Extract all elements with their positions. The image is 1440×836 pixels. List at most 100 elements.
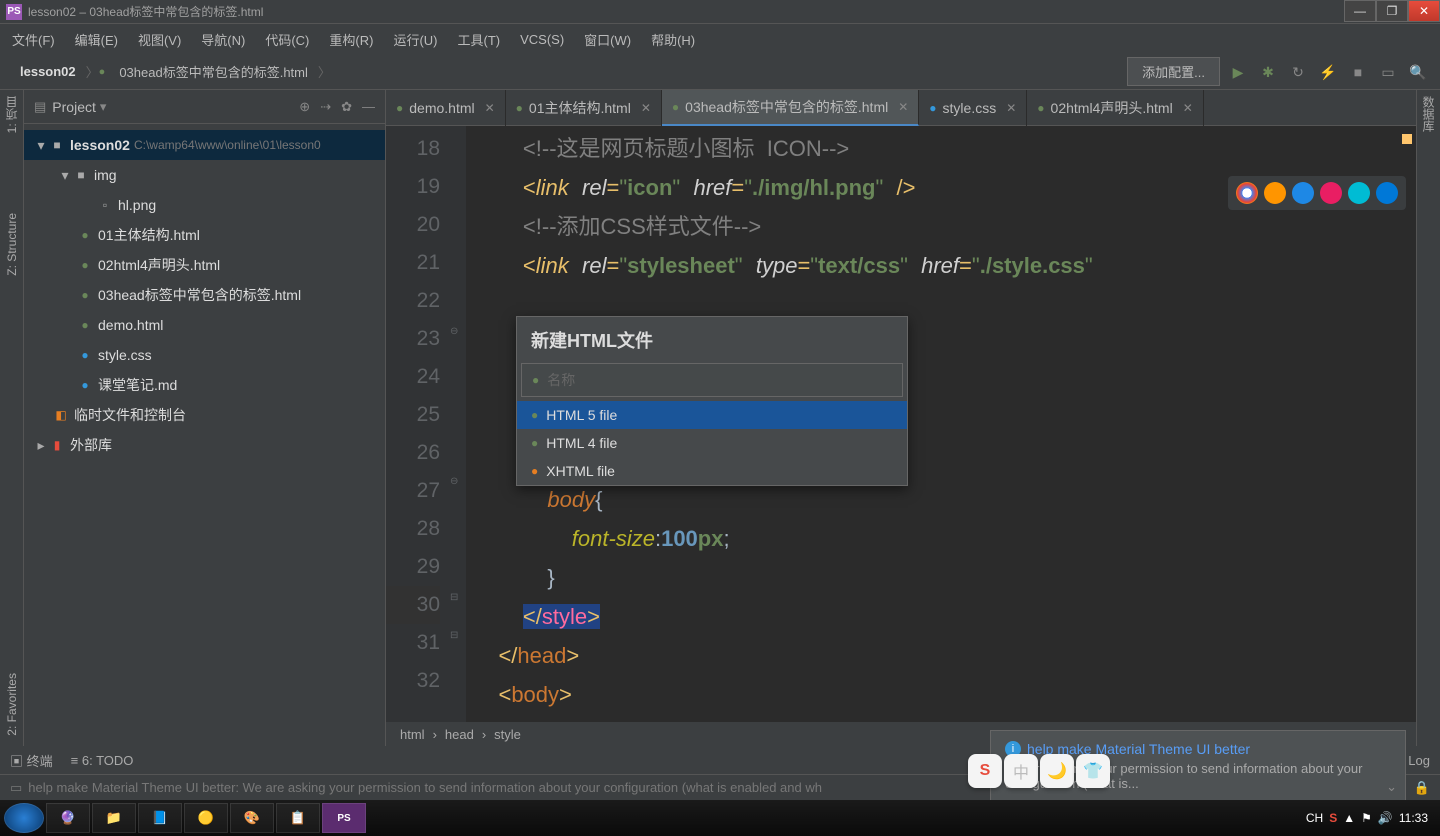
input-placeholder: 名称 [547,370,575,390]
terminal-tab[interactable]: ▣ 终端 [10,751,53,770]
layout-icon[interactable]: ▭ [1376,60,1400,84]
close-icon[interactable]: ✕ [1183,101,1193,115]
tray-sogou-icon[interactable]: S [1329,811,1337,825]
tree-file[interactable]: ●02html4声明头.html [24,250,385,280]
edge-icon[interactable] [1376,182,1398,204]
taskbar-app[interactable]: 🟡 [184,803,228,833]
tray-volume-icon[interactable]: 🔊 [1378,811,1393,825]
stop-icon[interactable]: ■ [1346,60,1370,84]
editor-tab-active[interactable]: ●03head标签中常包含的标签.html✕ [662,90,919,126]
locate-icon[interactable]: ⊕ [299,99,310,115]
menu-window[interactable]: 窗口(W) [578,28,637,51]
debug-icon[interactable]: ✱ [1256,60,1280,84]
tree-folder-img[interactable]: ▾■ img [24,160,385,190]
editor-tab[interactable]: ●01主体结构.html✕ [506,90,662,126]
maximize-button[interactable]: ❐ [1376,0,1408,22]
system-tray: CH S ▲ ⚑ 🔊 11:33 [1298,811,1436,825]
crumb-style[interactable]: style [494,727,521,742]
ie-icon[interactable] [1348,182,1370,204]
profiler-icon[interactable]: ⚡ [1316,60,1340,84]
editor-tab[interactable]: ●style.css✕ [919,90,1027,126]
close-icon[interactable]: ✕ [485,101,495,115]
tray-flag-icon[interactable]: ⚑ [1361,811,1372,825]
editor-tab[interactable]: ●demo.html✕ [386,90,506,126]
safari-icon[interactable] [1292,182,1314,204]
close-icon[interactable]: ✕ [898,100,908,114]
project-panel-header: ▤ Project ▾ ⊕ ⇢ ✿ — [24,90,385,124]
expand-icon[interactable]: ⇢ [320,99,331,115]
start-button[interactable] [4,803,44,833]
popup-name-input[interactable]: ● 名称 [521,363,903,397]
tree-file[interactable]: ●demo.html [24,310,385,340]
chrome-icon[interactable] [1236,182,1258,204]
file-icon: ● [99,66,106,78]
chevron-down-icon[interactable]: ▾ [100,99,107,115]
left-tool-rail: 1: 项目 Z: Structure 2: Favorites [0,90,24,746]
hide-icon[interactable]: — [362,99,375,115]
tree-file[interactable]: ●style.css [24,340,385,370]
breadcrumb-file[interactable]: 03head标签中常包含的标签.html [109,59,318,84]
settings-icon[interactable]: ✿ [341,99,352,115]
sogou-icon[interactable]: S [968,754,1002,788]
menu-refactor[interactable]: 重构(R) [323,28,379,51]
breadcrumb-project[interactable]: lesson02 [10,61,86,82]
tray-lang[interactable]: CH [1306,811,1323,825]
project-label[interactable]: Project [52,99,96,115]
firefox-icon[interactable] [1264,182,1286,204]
sidebar-tab-project[interactable]: 1: 项目 [3,96,20,133]
tree-external-libs[interactable]: ▸▮外部库 [24,430,385,460]
menu-code[interactable]: 代码(C) [259,28,315,51]
browser-preview-icons [1228,176,1406,210]
popup-option-html5[interactable]: ●HTML 5 file [517,401,907,429]
menu-tools[interactable]: 工具(T) [451,28,506,51]
window-title-bar: PS lesson02 – 03head标签中常包含的标签.html — ❐ ✕ [0,0,1440,24]
tree-scratches[interactable]: ◧临时文件和控制台 [24,400,385,430]
tree-root[interactable]: ▾■ lesson02 C:\wamp64\www\online\01\less… [24,130,385,160]
taskbar-app-phpstorm[interactable]: PS [322,803,366,833]
taskbar-app[interactable]: 📘 [138,803,182,833]
tree-file[interactable]: ▫hl.png [24,190,385,220]
tree-file[interactable]: ●01主体结构.html [24,220,385,250]
error-stripe-marker[interactable] [1402,134,1412,144]
popup-option-xhtml[interactable]: ●XHTML file [517,457,907,485]
menu-help[interactable]: 帮助(H) [645,28,701,51]
popup-option-html4[interactable]: ●HTML 4 file [517,429,907,457]
sidebar-tab-favorites[interactable]: 2: Favorites [5,673,19,736]
window-close-button[interactable]: ✕ [1408,0,1440,22]
close-icon[interactable]: ✕ [1006,101,1016,115]
shirt-icon[interactable]: 👕 [1076,754,1110,788]
opera-icon[interactable] [1320,182,1342,204]
ime-zhong-icon[interactable]: 中 [1004,754,1038,788]
run-icon[interactable]: ▶ [1226,60,1250,84]
crumb-head[interactable]: head [445,727,474,742]
crumb-html[interactable]: html [400,727,425,742]
close-icon[interactable]: ✕ [641,101,651,115]
tray-time[interactable]: 11:33 [1399,811,1428,825]
tree-file[interactable]: ●03head标签中常包含的标签.html [24,280,385,310]
status-icon: ▭ [10,780,22,796]
moon-icon[interactable]: 🌙 [1040,754,1074,788]
tray-up-icon[interactable]: ▲ [1343,811,1355,825]
menu-edit[interactable]: 编辑(E) [69,28,124,51]
menu-vcs[interactable]: VCS(S) [514,30,570,49]
taskbar-app[interactable]: 📁 [92,803,136,833]
lock-icon[interactable]: 🔒 [1414,780,1430,796]
sidebar-tab-structure[interactable]: Z: Structure [5,213,19,276]
editor-tab[interactable]: ●02html4声明头.html✕ [1027,90,1203,126]
todo-tab[interactable]: ≡ 6: TODO [71,753,134,768]
sidebar-tab-database[interactable]: 数据库 [1420,96,1437,132]
tree-file[interactable]: ●课堂笔记.md [24,370,385,400]
taskbar-app[interactable]: 🔮 [46,803,90,833]
taskbar-app[interactable]: 📋 [276,803,320,833]
chevron-down-icon[interactable]: ⌄ [1386,779,1397,795]
coverage-icon[interactable]: ↻ [1286,60,1310,84]
menu-run[interactable]: 运行(U) [387,28,443,51]
run-config-dropdown[interactable]: 添加配置... [1127,57,1220,86]
menu-navigate[interactable]: 导航(N) [195,28,251,51]
menu-view[interactable]: 视图(V) [132,28,187,51]
right-tool-rail: 数据库 [1416,90,1440,746]
search-icon[interactable]: 🔍 [1406,60,1430,84]
minimize-button[interactable]: — [1344,0,1376,22]
menu-file[interactable]: 文件(F) [6,28,61,51]
taskbar-app[interactable]: 🎨 [230,803,274,833]
